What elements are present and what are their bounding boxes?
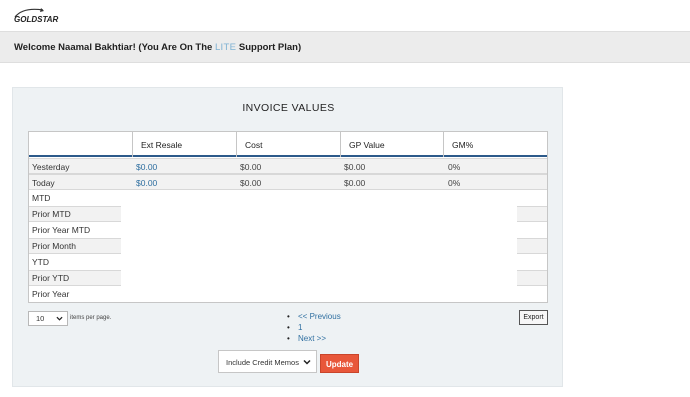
grid-header: Ext Resale Cost GP Value GM% xyxy=(29,132,547,157)
row-label: Today xyxy=(32,178,55,188)
welcome-prefix: Welcome Naamal Bakhtiar! (You Are On The xyxy=(14,42,215,53)
row-end-background xyxy=(517,206,547,222)
row-label: YTD xyxy=(32,257,49,267)
table-row: Prior Year MTD xyxy=(29,222,547,238)
credit-memos-value: Include Credit Memos xyxy=(226,358,299,367)
row-end-background xyxy=(517,238,547,254)
row-label: Prior Year xyxy=(32,289,70,299)
welcome-suffix: Support Plan) xyxy=(236,42,302,53)
export-button[interactable]: Export xyxy=(519,310,548,325)
top-bar: GOLDSTAR xyxy=(0,0,690,31)
gp-value: $0.00 xyxy=(344,162,366,172)
page-1-link[interactable]: 1 xyxy=(287,322,341,333)
invoice-grid: Ext Resale Cost GP Value GM% Yesterday $… xyxy=(28,131,548,303)
table-row: Today $0.00 $0.00 $0.00 0% xyxy=(29,174,547,190)
chevron-down-icon xyxy=(56,316,63,321)
cost-value: $0.00 xyxy=(240,178,262,188)
column-header-ext-resale[interactable]: Ext Resale xyxy=(133,132,237,157)
items-per-page-label: items per page. xyxy=(70,315,112,321)
table-row: Yesterday $0.00 $0.00 $0.00 0% xyxy=(29,158,547,174)
table-row: Prior Month xyxy=(29,238,547,254)
table-row: Prior Year xyxy=(29,286,547,302)
pagination: << Previous 1 Next >> xyxy=(287,311,341,344)
plan-name: LITE xyxy=(214,42,237,53)
update-button[interactable]: Update xyxy=(320,354,359,373)
page-size-select[interactable]: 10 xyxy=(28,311,68,326)
credit-memos-select[interactable]: Include Credit Memos xyxy=(218,350,317,373)
welcome-message: Welcome Naamal Bakhtiar! (You Are On The… xyxy=(14,42,301,53)
gm-value: 0% xyxy=(448,178,461,188)
previous-page-link[interactable]: << Previous xyxy=(287,311,341,322)
row-label: MTD xyxy=(32,193,51,203)
row-end-background xyxy=(517,270,547,286)
page-size-value: 10 xyxy=(36,314,45,323)
welcome-bar: Welcome Naamal Bakhtiar! (You Are On The… xyxy=(0,31,690,63)
table-row: MTD xyxy=(29,190,547,206)
goldstar-logo[interactable]: GOLDSTAR xyxy=(13,7,59,25)
table-row: YTD xyxy=(29,254,547,270)
row-label: Prior MTD xyxy=(32,209,71,219)
gp-value: $0.00 xyxy=(344,178,366,188)
table-row: Prior MTD xyxy=(29,206,547,222)
ext-resale-link[interactable]: $0.00 xyxy=(136,178,157,188)
row-label: Prior Month xyxy=(32,241,76,251)
logo-text: GOLDSTAR xyxy=(14,15,59,24)
ext-resale-link[interactable]: $0.00 xyxy=(136,162,157,172)
panel-title: INVOICE VALUES xyxy=(242,102,335,114)
row-label: Prior YTD xyxy=(32,273,70,283)
table-row: Prior YTD xyxy=(29,270,547,286)
cost-value: $0.00 xyxy=(240,162,262,172)
gm-value: 0% xyxy=(448,162,461,172)
column-header-gm[interactable]: GM% xyxy=(444,132,547,157)
invoice-values-panel: INVOICE VALUES Ext Resale Cost GP Value … xyxy=(12,87,563,387)
row-label: Yesterday xyxy=(32,162,70,172)
column-header-gp-value[interactable]: GP Value xyxy=(341,132,444,157)
next-page-link[interactable]: Next >> xyxy=(287,333,341,344)
column-header-label[interactable] xyxy=(29,132,133,157)
chevron-down-icon xyxy=(303,359,311,365)
row-label: Prior Year MTD xyxy=(32,225,91,235)
column-header-cost[interactable]: Cost xyxy=(237,132,341,157)
